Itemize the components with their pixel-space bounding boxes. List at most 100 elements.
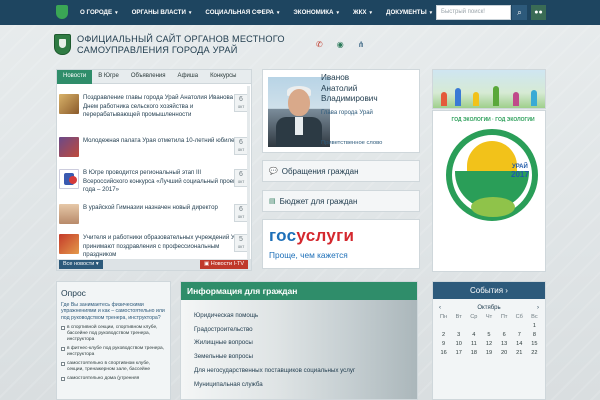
tab-announcements[interactable]: Объявления <box>125 70 172 84</box>
welcome-speech-link[interactable]: Приветственное слово <box>321 140 382 146</box>
site-title-line: САМОУПРАВЛЕНИЯ ГОРОДА УРАЙ <box>77 45 238 55</box>
tab-events-poster[interactable]: Афиша <box>172 70 205 84</box>
chevron-left-icon[interactable]: ‹ <box>439 305 441 311</box>
mayor-firstname: Анатолий <box>321 83 358 93</box>
info-link[interactable]: Для негосударственных поставщиков социал… <box>194 367 394 374</box>
tv-news-button[interactable]: ▣ Новости I-TV <box>200 260 248 269</box>
info-link[interactable]: Градостроительство <box>194 326 394 333</box>
site-title[interactable]: ОФИЦИАЛЬНЫЙ САЙТ ОРГАНОВ МЕСТНОГО САМОУП… <box>77 34 307 56</box>
calendar-day[interactable]: 7 <box>512 332 527 338</box>
checkbox[interactable] <box>61 326 65 331</box>
calendar-day[interactable]: 10 <box>451 341 466 347</box>
news-date: 6 окт <box>234 204 248 222</box>
checkbox[interactable] <box>61 362 65 367</box>
calendar-day[interactable]: 19 <box>481 350 496 356</box>
tab-news[interactable]: Новости <box>57 70 93 84</box>
poll-widget: Опрос Где Вы занимаетесь физическими упр… <box>56 281 171 400</box>
mayor-role: Глава города Урай <box>321 110 373 116</box>
tab-ugra[interactable]: В Югре <box>92 70 125 84</box>
calendar-day[interactable]: 3 <box>451 332 466 338</box>
calendar-day[interactable]: 2 <box>436 332 451 338</box>
chevron-down-icon: ▾ <box>188 9 192 16</box>
gosuslugi-banner[interactable]: госуслуги Проще, чем кажется <box>262 219 420 269</box>
calendar-day[interactable]: 22 <box>527 350 542 356</box>
month-switcher: ‹ Октябрь › <box>433 299 545 314</box>
personal-account-button[interactable]: ●● <box>531 5 546 20</box>
calendar-day[interactable]: 20 <box>497 350 512 356</box>
news-title[interactable]: Поздравление главы города Урай Анатолия … <box>83 94 245 120</box>
checkbox[interactable] <box>61 347 65 352</box>
news-title[interactable]: Учителя и работники образовательных учре… <box>83 234 245 260</box>
poll-option-label: в спортивной секции, спортивном клубе, б… <box>67 325 158 343</box>
news-title[interactable]: Молодежная палата Урая отметила 10-летни… <box>83 137 245 157</box>
info-link[interactable]: Земельные вопросы <box>194 353 394 360</box>
document-icon: ▤ <box>269 198 276 205</box>
news-item[interactable]: В урайской Гимназии назначен новый дирек… <box>59 204 248 224</box>
calendar-day[interactable]: 14 <box>512 341 527 347</box>
calendar-day[interactable]: 12 <box>481 341 496 347</box>
calendar-day[interactable]: 13 <box>497 341 512 347</box>
poll-option[interactable]: в спортивной секции, спортивном клубе, б… <box>57 325 170 343</box>
menu-social[interactable]: СОЦИАЛЬНАЯ СФЕРА ▾ <box>205 9 279 16</box>
calendar-day[interactable]: 4 <box>466 332 481 338</box>
calendar-day[interactable]: 6 <box>497 332 512 338</box>
menu-documents[interactable]: ДОКУМЕНТЫ ▾ <box>386 9 432 16</box>
search-input[interactable]: Быстрый поиск! <box>436 5 511 20</box>
city-illustration-banner[interactable] <box>432 69 546 109</box>
calendar-day[interactable]: 21 <box>512 350 527 356</box>
news-title[interactable]: В Югре проводится региональный этап III … <box>83 169 245 195</box>
menu-economy[interactable]: ЭКОНОМИКА ▾ <box>293 9 339 16</box>
calendar-day[interactable]: 11 <box>466 341 481 347</box>
menu-authorities[interactable]: ОРГАНЫ ВЛАСТИ ▾ <box>132 9 192 16</box>
poll-option[interactable]: в фитнес-клубе под руководством тренера,… <box>57 346 170 358</box>
news-title[interactable]: В урайской Гимназии назначен новый дирек… <box>83 204 245 224</box>
main-menu: О ГОРОДЕ ▾ ОРГАНЫ ВЛАСТИ ▾ СОЦИАЛЬНАЯ СФЕР… <box>80 0 446 25</box>
news-item[interactable]: Поздравление главы города Урай Анатолия … <box>59 94 248 120</box>
calendar-day[interactable]: 8 <box>527 332 542 338</box>
citizen-appeals-button[interactable]: 💬 Обращения граждан <box>262 160 420 182</box>
news-item[interactable]: В Югре проводится региональный этап III … <box>59 169 248 195</box>
poll-option[interactable]: самостоятельно в спортивном клубе, секци… <box>57 361 170 373</box>
mayor-name[interactable]: Иванов Анатолий Владимирович <box>321 73 378 105</box>
info-link[interactable]: Муниципальная служба <box>194 381 394 388</box>
calendar-day[interactable]: 9 <box>436 341 451 347</box>
date-month: окт <box>237 147 245 152</box>
citizen-info-widget: Информация для граждан Юридическая помощ… <box>180 281 418 400</box>
tab-contests[interactable]: Конкурсы <box>204 70 242 84</box>
news-item[interactable]: Молодежная палата Урая отметила 10-летни… <box>59 137 248 157</box>
calendar-day[interactable]: 16 <box>436 350 451 356</box>
phone-icon[interactable]: ✆ <box>316 40 323 49</box>
chevron-down-icon: ▾ <box>336 9 340 16</box>
calendar-day[interactable]: 17 <box>451 350 466 356</box>
events-title[interactable]: События › <box>433 282 545 299</box>
menu-housing[interactable]: ЖКХ ▾ <box>353 9 372 16</box>
all-news-button[interactable]: Все новости ▾ <box>59 260 103 269</box>
date-day: 6 <box>239 171 243 178</box>
chevron-right-icon[interactable]: › <box>537 305 539 311</box>
checkbox[interactable] <box>61 377 65 382</box>
city-logo[interactable] <box>54 34 71 55</box>
sitemap-icon[interactable]: ⋔ <box>358 40 365 49</box>
calendar-day[interactable]: 5 <box>481 332 496 338</box>
info-link[interactable]: Жилищные вопросы <box>194 339 394 346</box>
calendar-day[interactable]: 1 <box>527 323 542 329</box>
eye-icon[interactable]: ◉ <box>337 40 344 49</box>
gosuslugi-logo: госуслуги <box>269 226 354 246</box>
news-tabs: Новости В Югре Объявления Афиша Конкурсы <box>57 70 251 84</box>
news-item[interactable]: Учителя и работники образовательных учре… <box>59 234 248 260</box>
calendar-day[interactable]: 15 <box>527 341 542 347</box>
info-link[interactable]: Юридическая помощь <box>194 312 394 319</box>
citizen-appeals-label: Обращения граждан <box>281 166 359 176</box>
city-crest-icon[interactable] <box>56 5 68 19</box>
news-thumbnail <box>59 234 79 254</box>
budget-for-citizens-button[interactable]: ▤ Бюджет для граждан <box>262 190 420 212</box>
news-scrollbar[interactable] <box>247 86 250 260</box>
poll-option[interactable]: самостоятельно дома (утренняя <box>57 376 170 382</box>
weekday-label: Пт <box>500 314 508 320</box>
calendar-grid: Пн Вт Ср Чт Пт Сб Вс 1 2 3 4 5 6 7 8 9 10 11 12 13 14 15 16 17 1… <box>433 314 545 356</box>
search-button[interactable]: ⌕ <box>512 5 527 20</box>
calendar-day[interactable]: 18 <box>466 350 481 356</box>
menu-about-city[interactable]: О ГОРОДЕ ▾ <box>80 9 118 16</box>
ecology-year-banner[interactable]: ГОД ЭКОЛОГИИ · ГОД ЭКОЛОГИИ УРАЙ 2017 <box>432 110 546 272</box>
all-news-label: Все новости <box>63 261 95 267</box>
